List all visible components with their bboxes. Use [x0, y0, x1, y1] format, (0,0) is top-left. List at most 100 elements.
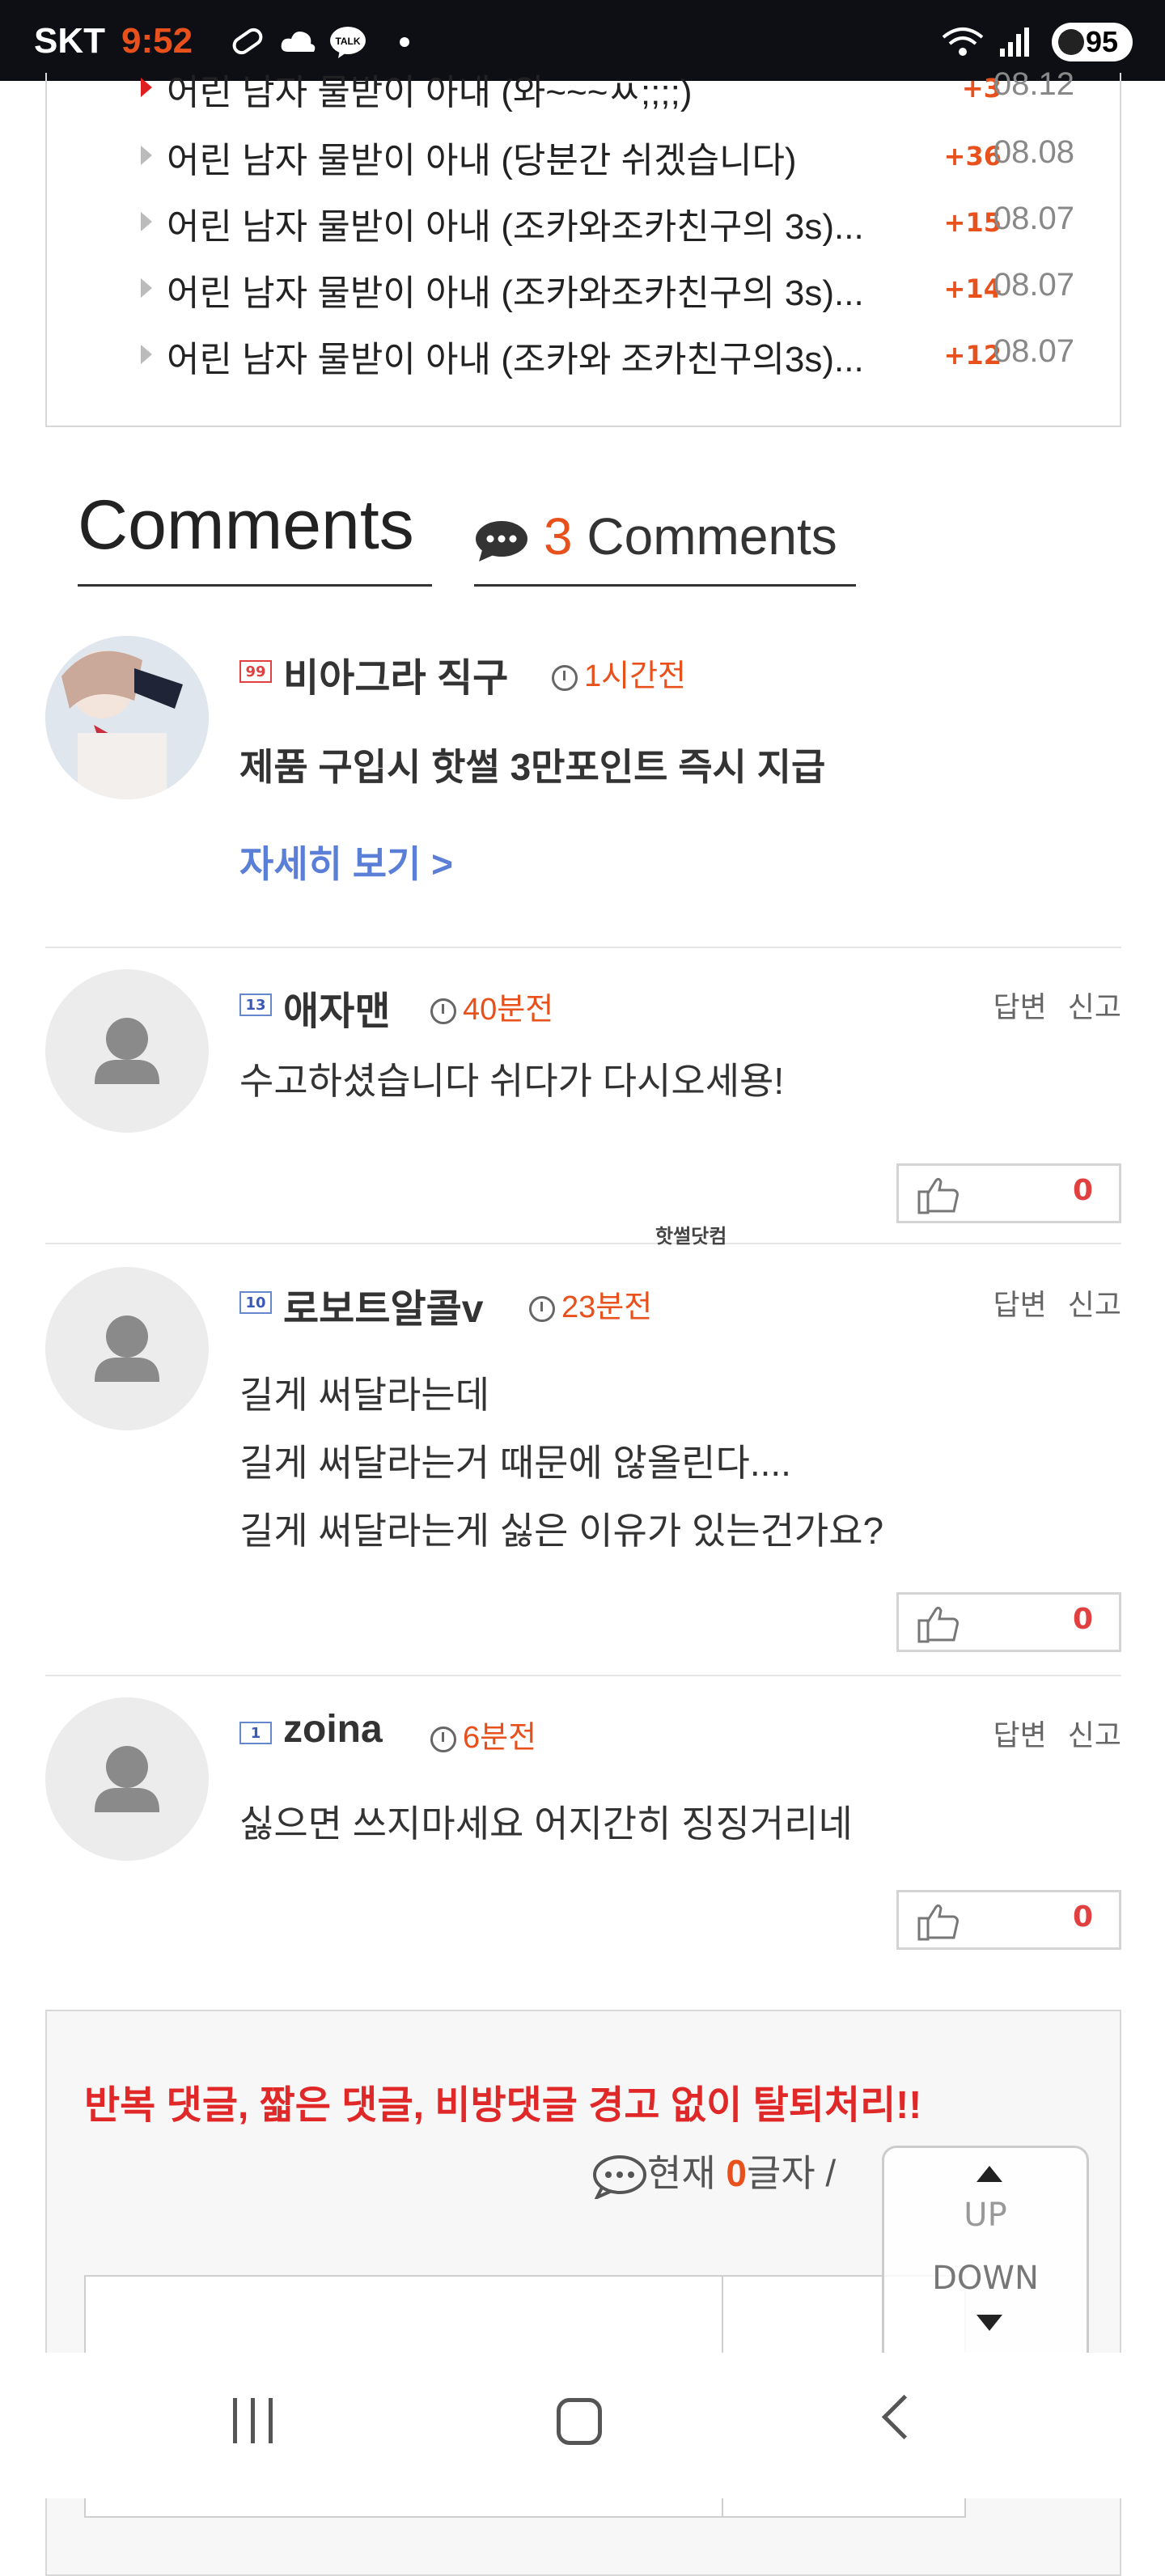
speech-bubble-icon [476, 521, 527, 562]
related-post-item[interactable]: 어린 남자 물받이 아내 (조카와 조카친구의3s)... +12 08.07 [95, 330, 1123, 379]
wifi-icon [942, 28, 984, 56]
avatar[interactable] [45, 969, 209, 1133]
level-badge: 13 [239, 994, 272, 1016]
scroll-down-button[interactable]: DOWN [884, 2260, 1087, 2297]
svg-text:TALK: TALK [335, 36, 360, 47]
like-count: 0 [1072, 1900, 1093, 1934]
clock-icon [529, 1295, 555, 1322]
char-counter-value: 0 [726, 2152, 748, 2194]
comment-policy-warning: 반복 댓글, 짧은 댓글, 비방댓글 경고 없이 탈퇴처리!! [84, 2084, 922, 2127]
like-button[interactable]: 0 [896, 1163, 1121, 1223]
cloud-icon [281, 32, 316, 52]
like-button[interactable]: 0 [896, 1592, 1121, 1652]
related-post-title[interactable]: 어린 남자 물받이 아내 (와~~~ㅆ;;;;) [167, 63, 692, 115]
like-button[interactable]: 0 [896, 1890, 1121, 1950]
site-watermark: 핫썰닷컴 [655, 1225, 727, 1248]
list-bullet-icon [141, 146, 152, 165]
comment-divider [45, 947, 1121, 948]
level-badge: 10 [239, 1291, 272, 1314]
char-counter-prefix: 현재 [647, 2152, 727, 2194]
related-post-date: 08.07 [993, 333, 1074, 369]
comment-count-number: 3 [544, 507, 573, 566]
system-navigation-bar [0, 2353, 1165, 2498]
avatar[interactable] [45, 1267, 209, 1430]
default-user-icon [95, 1018, 159, 1084]
comments-section-title: Comments [78, 486, 414, 564]
comment-author[interactable]: 로보트알콜v [283, 1277, 484, 1333]
char-counter-suffix: 글자 / [747, 2152, 837, 2194]
related-post-item[interactable]: 어린 남자 물받이 아내 (조카와조카친구의 3s)... +15 08.07 [95, 197, 1123, 249]
related-posts-list: 어린 남자 물받이 아내 (와~~~ㅆ;;;;) +3 08.12 어린 남자 … [45, 66, 1123, 427]
thumbs-up-icon [917, 1177, 959, 1214]
related-post-item[interactable]: 어린 남자 물받이 아내 (당분간 쉬겠습니다) +36 08.08 [95, 131, 1123, 180]
back-button[interactable] [881, 2394, 927, 2440]
count-underline [474, 584, 856, 587]
comment-divider [45, 1675, 1121, 1676]
related-post-title[interactable]: 어린 남자 물받이 아내 (조카와 조카친구의3s)... [167, 330, 864, 382]
comment-text-line: 길게 써달라는데 [239, 1374, 490, 1416]
comment-count-label: Comments [587, 507, 837, 566]
comment-time: 6분전 [430, 1712, 536, 1756]
related-post-item[interactable]: 어린 남자 물받이 아내 (와~~~ㅆ;;;;) +3 08.12 [95, 63, 1123, 112]
related-post-title[interactable]: 어린 남자 물받이 아내 (조카와조카친구의 3s)... [167, 197, 864, 249]
arrow-up-icon[interactable] [976, 2166, 1002, 2182]
pill-icon [232, 28, 263, 55]
see-more-link[interactable]: 자세히 보기 > [239, 830, 453, 898]
scroll-updown-widget: UP DOWN [882, 2146, 1089, 2388]
avatar-photo [45, 636, 209, 799]
level-badge: 99 [239, 660, 272, 683]
recent-apps-icon [233, 2398, 237, 2443]
comment-item: 10 로보트알콜v 23분전 답변 신고 길게 써달라는데 길게 써달라는거 때문… [45, 1267, 1121, 1655]
related-post-date: 08.07 [993, 267, 1074, 303]
reply-button[interactable]: 답변 [993, 990, 1047, 1023]
home-button[interactable] [557, 2398, 602, 2445]
level-badge: 1 [239, 1722, 272, 1744]
comment-author[interactable]: 애자맨 [283, 979, 390, 1036]
report-button[interactable]: 신고 [1068, 1718, 1121, 1752]
title-underline [78, 584, 432, 587]
comment-actions: 답변 신고 [972, 1712, 1122, 1754]
comment-text-line: 길게 써달라는게 싫은 이유가 있는건가요? [239, 1510, 884, 1552]
comment-time-text: 23분전 [561, 1290, 653, 1324]
comment-time-text: 6분전 [463, 1721, 537, 1755]
ad-comment: 99 비아그라 직구 1시간전 제품 구입시 핫썰 3만포인트 즉시 지급 자세… [45, 636, 1121, 927]
report-button[interactable]: 신고 [1068, 1288, 1121, 1321]
related-post-item[interactable]: 어린 남자 물받이 아내 (조카와조카친구의 3s)... +14 08.07 [95, 264, 1123, 313]
comment-actions: 답변 신고 [972, 984, 1122, 1026]
comment-time: 1시간전 [552, 650, 686, 695]
default-user-icon [95, 1316, 159, 1382]
battery-level: 95 [1085, 25, 1118, 58]
comment-author[interactable]: zoina [283, 1707, 383, 1752]
recent-apps-icon [251, 2398, 255, 2443]
reply-button[interactable]: 답변 [993, 1288, 1047, 1321]
comment-time-text: 1시간전 [584, 659, 687, 693]
kakaotalk-icon: TALK [330, 27, 366, 58]
avatar[interactable] [45, 636, 209, 799]
comment-time: 23분전 [529, 1282, 652, 1326]
clock-icon [430, 998, 456, 1024]
arrow-down-icon[interactable] [976, 2315, 1002, 2331]
related-post-title[interactable]: 어린 남자 물받이 아내 (조카와조카친구의 3s)... [167, 264, 864, 316]
related-post-title[interactable]: 어린 남자 물받이 아내 (당분간 쉬겠습니다) [167, 131, 797, 183]
reply-button[interactable]: 답변 [993, 1718, 1047, 1752]
battery-indicator: 95 [1052, 23, 1133, 61]
recent-apps-button[interactable] [230, 2398, 277, 2447]
comment-count-heading: 3 Comments [474, 506, 837, 566]
comment-item: 1 zoina 6분전 답변 신고 싫으면 쓰지마세요 어지간히 징징거리네 0 [45, 1697, 1121, 1956]
scroll-up-button[interactable]: UP [884, 2197, 1087, 2234]
comment-author[interactable]: 비아그라 직구 [283, 646, 508, 702]
comment-text-line: 수고하셨습니다 쉬다가 다시오세용! [239, 1060, 785, 1102]
default-user-icon [95, 1746, 159, 1812]
thumbs-up-icon [917, 1904, 959, 1941]
like-count: 0 [1072, 1174, 1093, 1207]
comment-text-line: 길게 써달라는거 때문에 않올린다.... [239, 1442, 791, 1484]
report-button[interactable]: 신고 [1068, 990, 1121, 1023]
like-count: 0 [1072, 1603, 1093, 1636]
comment-time-text: 40분전 [463, 993, 554, 1027]
speech-bubble-icon [593, 2154, 646, 2201]
comment-actions: 답변 신고 [972, 1282, 1122, 1324]
clock-icon [552, 664, 578, 691]
related-post-date: 08.07 [993, 201, 1074, 236]
avatar[interactable] [45, 1697, 209, 1861]
recent-apps-icon [269, 2398, 273, 2443]
